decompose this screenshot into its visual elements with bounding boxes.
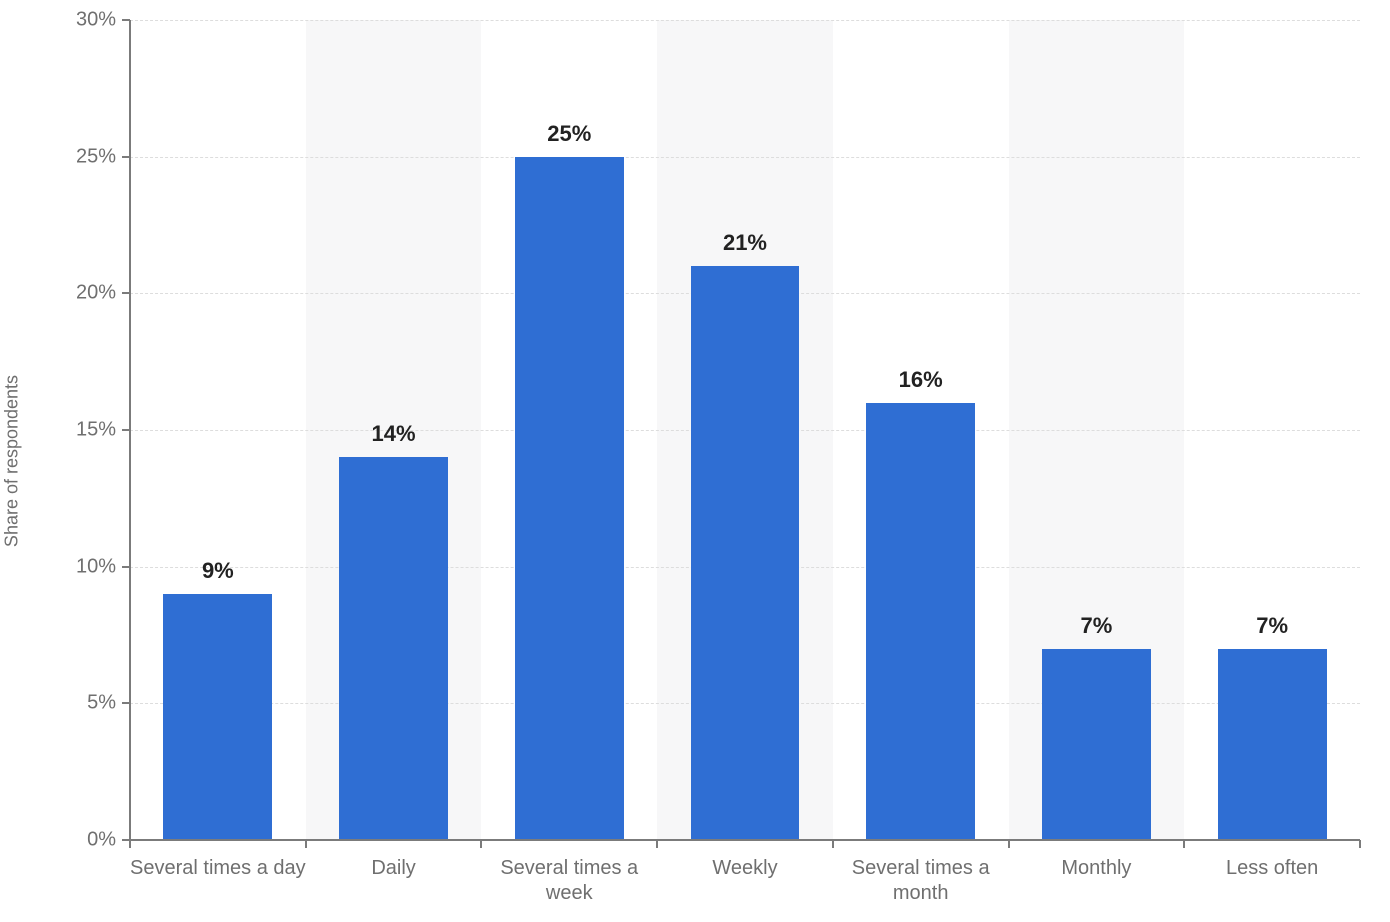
- bar-value-label: 16%: [866, 367, 975, 393]
- y-tick-mark: [122, 429, 130, 431]
- bar[interactable]: 7%: [1218, 649, 1327, 840]
- x-tick-mark: [1008, 840, 1010, 848]
- bar[interactable]: 9%: [163, 594, 272, 840]
- bar[interactable]: 7%: [1042, 649, 1151, 840]
- y-tick-mark: [122, 292, 130, 294]
- x-axis-line: [130, 839, 1360, 841]
- x-tick-label: Weekly: [657, 848, 833, 881]
- y-tick-mark: [122, 566, 130, 568]
- bar-value-label: 14%: [339, 421, 448, 447]
- x-tick-mark: [1183, 840, 1185, 848]
- bar-value-label: 9%: [163, 558, 272, 584]
- bar[interactable]: 14%: [339, 457, 448, 840]
- x-tick-label: Monthly: [1009, 848, 1185, 881]
- plot-area: 9%14%25%21%16%7%7% 0%5%10%15%20%25%30%: [130, 20, 1360, 840]
- bar-value-label: 7%: [1218, 613, 1327, 639]
- bars-group: 9% 14% 25% 21% 16% 7% 7%: [130, 20, 1360, 840]
- y-axis-title: Share of respondents: [2, 375, 23, 547]
- x-tick-label: Less often: [1184, 848, 1360, 881]
- chart-container: Share of respondents 9%14%25%21%16%7%7% …: [0, 0, 1390, 922]
- x-tick-mark: [1359, 840, 1361, 848]
- x-tick-label: Several times a month: [833, 848, 1009, 906]
- x-tick-mark: [656, 840, 658, 848]
- bar-value-label: 7%: [1042, 613, 1151, 639]
- x-tick-label: Several times a day: [130, 848, 306, 881]
- x-tick-label: Several times a week: [481, 848, 657, 906]
- y-tick-mark: [122, 156, 130, 158]
- bar[interactable]: 16%: [866, 403, 975, 840]
- x-tick-mark: [832, 840, 834, 848]
- y-tick-mark: [122, 702, 130, 704]
- y-tick-mark: [122, 19, 130, 21]
- bar[interactable]: 25%: [515, 157, 624, 840]
- bar-value-label: 21%: [691, 230, 800, 256]
- x-tick-mark: [480, 840, 482, 848]
- bar[interactable]: 21%: [691, 266, 800, 840]
- x-tick-mark: [305, 840, 307, 848]
- x-tick-mark: [129, 840, 131, 848]
- bar-value-label: 25%: [515, 121, 624, 147]
- x-tick-label: Daily: [306, 848, 482, 881]
